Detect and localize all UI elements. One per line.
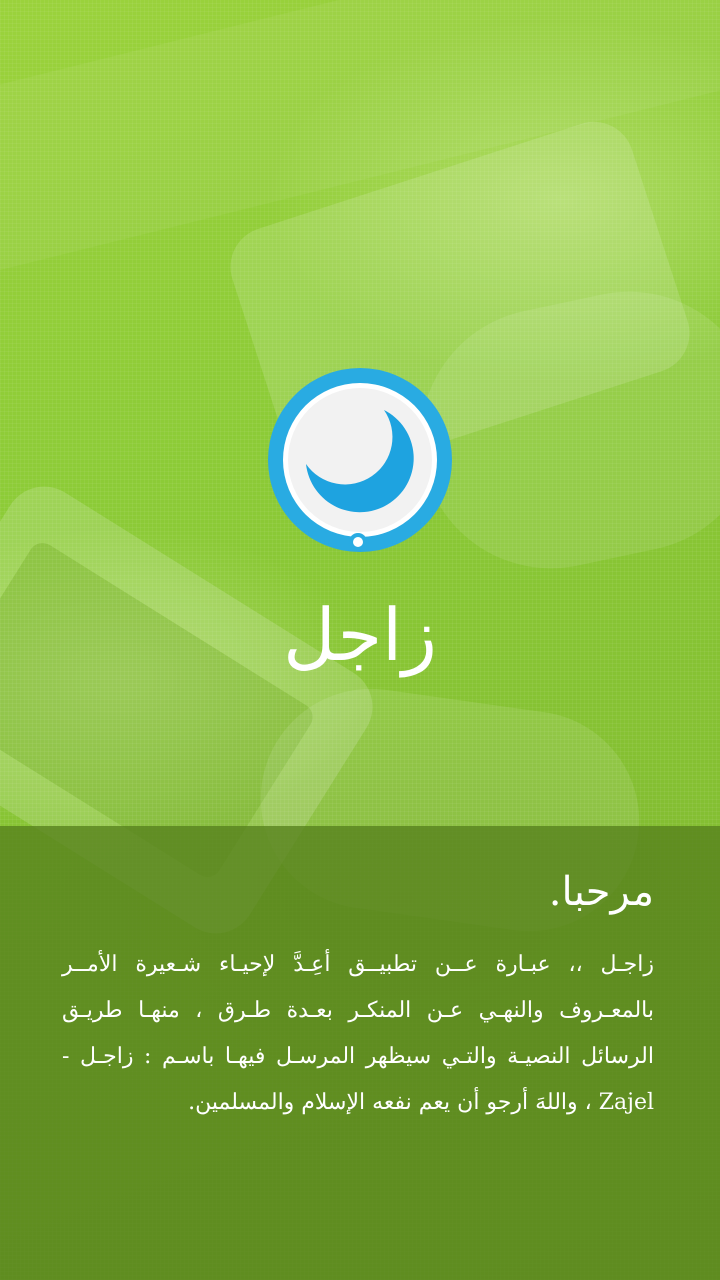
welcome-description: زاجـل ،، عبـارة عــن تطبيــق أعِـدَّ لإح…: [62, 952, 654, 1115]
app-logo: [266, 366, 454, 554]
crescent-bubble-icon: [268, 368, 452, 552]
app-title: زاجل: [283, 593, 437, 677]
welcome-title: مرحبا.: [548, 869, 654, 915]
